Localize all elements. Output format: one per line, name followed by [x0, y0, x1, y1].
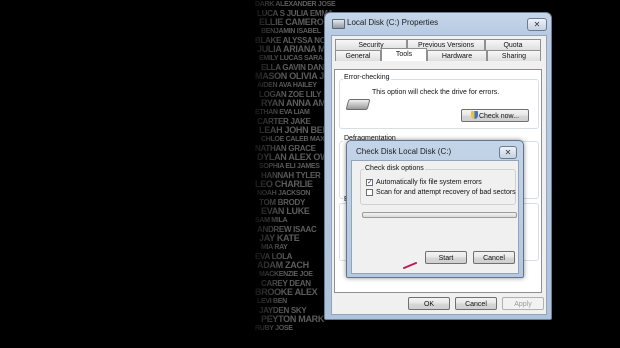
error-checking-description: This option will check the drive for err…	[372, 89, 500, 96]
drive-icon	[345, 99, 371, 110]
start-button[interactable]: Start	[425, 251, 467, 264]
check-disk-options-label: Check disk options	[364, 165, 425, 172]
drive-icon	[332, 19, 345, 29]
auto-fix-checkbox[interactable]: ✓	[366, 179, 373, 186]
scan-bad-sectors-checkbox[interactable]	[366, 189, 373, 196]
cancel-button[interactable]: Cancel	[455, 297, 497, 310]
close-icon[interactable]: ✕	[527, 18, 547, 31]
properties-title-bar[interactable]: Local Disk (C:) Properties ✕	[325, 13, 551, 35]
tab-quota[interactable]: Quota	[485, 39, 541, 50]
check-disk-progress-bar	[362, 212, 517, 218]
auto-fix-label: Automatically fix file system errors	[376, 179, 482, 186]
scan-bad-sectors-label: Scan for and attempt recovery of bad sec…	[376, 189, 516, 196]
tab-general[interactable]: General	[335, 50, 381, 61]
properties-title: Local Disk (C:) Properties	[347, 18, 439, 27]
apply-button[interactable]: Apply	[502, 297, 544, 310]
close-icon[interactable]: ✕	[499, 146, 517, 159]
check-disk-client: Check disk options ✓ Automatically fix f…	[351, 160, 519, 274]
tab-tools[interactable]: Tools	[381, 48, 427, 61]
error-checking-label: Error-checking	[343, 74, 391, 81]
shield-icon	[470, 111, 478, 119]
tab-sharing[interactable]: Sharing	[487, 50, 541, 61]
check-disk-dialog: Check Disk Local Disk (C:) ✕ Check disk …	[346, 140, 524, 278]
ok-button[interactable]: OK	[408, 297, 450, 310]
check-now-button[interactable]: Check now...	[461, 109, 529, 122]
check-disk-cancel-button[interactable]: Cancel	[473, 251, 515, 264]
tab-hardware[interactable]: Hardware	[427, 50, 487, 61]
check-disk-options-group	[360, 169, 516, 205]
cursor-icon	[403, 262, 417, 269]
check-disk-title: Check Disk Local Disk (C:)	[356, 147, 452, 156]
